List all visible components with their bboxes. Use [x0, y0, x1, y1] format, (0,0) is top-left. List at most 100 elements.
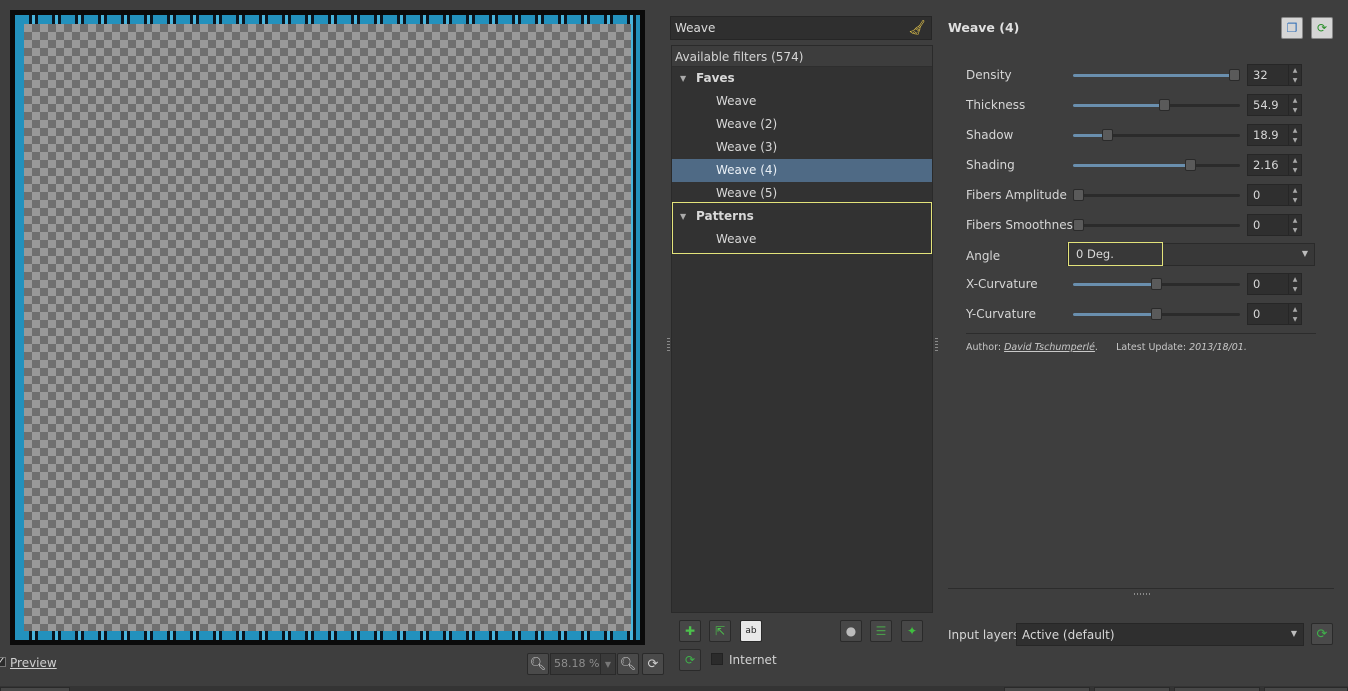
chevron-down-icon: ▼: [1301, 249, 1308, 258]
param-x-curvature: X-Curvature 0 ▲ ▼: [966, 271, 1316, 297]
slider-handle[interactable]: [1073, 219, 1084, 231]
update-filters-button[interactable]: ●: [840, 620, 862, 642]
copy-command-button[interactable]: ❐: [1281, 17, 1303, 39]
refresh-icon: ⟳: [684, 653, 696, 667]
tree-item-patterns-weave[interactable]: Weave: [672, 228, 932, 251]
zoom-level-value: 58.18 %: [554, 657, 600, 670]
spin-arrows-icon[interactable]: ▲ ▼: [1288, 95, 1301, 115]
expand-button[interactable]: ✦: [901, 620, 923, 642]
param-value: 54.9: [1253, 98, 1279, 112]
param-label: Y-Curvature: [966, 307, 1036, 321]
zoom-out-button[interactable]: 🔍︎: [527, 653, 549, 675]
param-value: 0: [1253, 277, 1261, 291]
param-fibers-smoothness: Fibers Smoothness 0 ▲ ▼: [966, 212, 1316, 238]
slider-handle[interactable]: [1159, 99, 1170, 111]
tree-item-label: Weave (3): [716, 140, 778, 154]
zoom-out-icon: 🔍︎: [529, 656, 547, 672]
param-slider[interactable]: [1073, 278, 1240, 290]
tree-item-weave-5[interactable]: Weave (5): [672, 182, 932, 205]
input-layers-dropdown[interactable]: Active (default) ▼: [1016, 623, 1304, 646]
slider-handle[interactable]: [1185, 159, 1196, 171]
param-slider[interactable]: [1073, 308, 1240, 320]
slider-handle[interactable]: [1229, 69, 1240, 81]
slider-handle[interactable]: [1102, 129, 1113, 141]
expand-triangle-icon[interactable]: ▼: [680, 67, 686, 90]
param-slider[interactable]: [1073, 219, 1240, 231]
slider-handle[interactable]: [1151, 308, 1162, 320]
bottom-divider: [948, 588, 1334, 589]
tree-category-patterns[interactable]: ▼ Patterns: [672, 205, 932, 228]
update-prefix: Latest Update:: [1116, 342, 1187, 353]
remove-fave-button[interactable]: ⇱: [709, 620, 731, 642]
param-spinbox[interactable]: 0 ▲ ▼: [1247, 184, 1302, 206]
preview-checkbox[interactable]: ✓: [0, 657, 6, 667]
spin-arrows-icon[interactable]: ▲ ▼: [1288, 215, 1301, 235]
param-spinbox[interactable]: 0 ▲ ▼: [1247, 273, 1302, 295]
ok-button[interactable]: [1094, 687, 1170, 691]
cancel-button[interactable]: [1264, 687, 1348, 691]
settings-button[interactable]: [0, 687, 70, 691]
expand-triangle-icon[interactable]: ▼: [680, 205, 686, 228]
spin-arrows-icon[interactable]: ▲ ▼: [1288, 274, 1301, 294]
param-label: Angle: [966, 249, 1001, 263]
zoom-dropdown-arrow[interactable]: ▼: [600, 654, 615, 674]
spin-arrows-icon[interactable]: ▲ ▼: [1288, 65, 1301, 85]
param-slider[interactable]: [1073, 99, 1240, 111]
param-value: 0: [1253, 218, 1261, 232]
author-link[interactable]: David Tschumperlé: [1004, 342, 1095, 353]
param-spinbox[interactable]: 2.16 ▲ ▼: [1247, 154, 1302, 176]
param-spinbox[interactable]: 54.9 ▲ ▼: [1247, 94, 1302, 116]
param-slider[interactable]: [1073, 129, 1240, 141]
left-splitter-handle[interactable]: [667, 338, 670, 352]
param-spinbox[interactable]: 0 ▲ ▼: [1247, 303, 1302, 325]
chevron-down-icon: ▼: [604, 659, 612, 669]
spin-arrows-icon[interactable]: ▲ ▼: [1288, 185, 1301, 205]
tree-item-label: Weave: [716, 94, 757, 108]
spin-arrows-icon[interactable]: ▲ ▼: [1288, 304, 1301, 324]
refresh-icon: ⟳: [647, 656, 659, 672]
globe-icon: ●: [845, 624, 857, 638]
tree-item-weave-4-selected[interactable]: Weave (4): [672, 159, 932, 182]
right-splitter-handle[interactable]: [935, 338, 938, 352]
param-label: Thickness: [966, 98, 1026, 112]
toggle-list-button[interactable]: ☰: [870, 620, 892, 642]
tree-item-weave[interactable]: Weave: [672, 90, 932, 113]
update-date: 2013/18/01: [1189, 342, 1244, 353]
param-slider[interactable]: [1073, 159, 1240, 171]
param-spinbox[interactable]: 0 ▲ ▼: [1247, 214, 1302, 236]
param-angle: Angle 0 Deg. ▼: [966, 242, 1316, 269]
preview-refresh-button[interactable]: ⟳: [642, 653, 664, 675]
refresh-filters-button[interactable]: ⟳: [679, 649, 701, 671]
reset-params-button[interactable]: ⟳: [1311, 17, 1333, 39]
input-layers-refresh-button[interactable]: ⟳: [1311, 623, 1333, 645]
slider-handle[interactable]: [1151, 278, 1162, 290]
add-fave-button[interactable]: ✚: [679, 620, 701, 642]
slider-fill: [1073, 313, 1156, 316]
rename-fave-button[interactable]: ab: [740, 620, 762, 642]
slider-fill: [1073, 104, 1164, 107]
param-spinbox[interactable]: 32 ▲ ▼: [1247, 64, 1302, 86]
param-spinbox[interactable]: 18.9 ▲ ▼: [1247, 124, 1302, 146]
param-label: Shadow: [966, 128, 1014, 142]
broom-icon[interactable]: 🧹︎: [908, 20, 926, 36]
preview-canvas[interactable]: [10, 10, 645, 645]
tree-item-weave-3[interactable]: Weave (3): [672, 136, 932, 159]
zoom-in-button[interactable]: 🔍︎: [617, 653, 639, 675]
param-slider[interactable]: [1073, 189, 1240, 201]
tree-category-faves[interactable]: ▼ Faves: [672, 67, 932, 90]
spin-arrows-icon[interactable]: ▲ ▼: [1288, 125, 1301, 145]
param-fibers-amplitude: Fibers Amplitude 0 ▲ ▼: [966, 182, 1316, 208]
apply-button[interactable]: [1174, 687, 1260, 691]
param-value: 0: [1253, 188, 1261, 202]
filter-tree-header[interactable]: Available filters (574): [672, 46, 932, 67]
spin-arrows-icon[interactable]: ▲ ▼: [1288, 155, 1301, 175]
filter-search-input[interactable]: Weave 🧹︎: [670, 16, 932, 40]
tree-item-weave-2[interactable]: Weave (2): [672, 113, 932, 136]
internet-checkbox[interactable]: [711, 653, 723, 665]
filter-tree-header-label: Available filters (574): [675, 50, 804, 64]
bottom-splitter-handle[interactable]: [1134, 593, 1152, 595]
reset-button[interactable]: [1004, 687, 1090, 691]
param-slider[interactable]: [1073, 69, 1240, 81]
slider-handle[interactable]: [1073, 189, 1084, 201]
angle-dropdown[interactable]: 0 Deg. ▼: [1067, 242, 1315, 266]
